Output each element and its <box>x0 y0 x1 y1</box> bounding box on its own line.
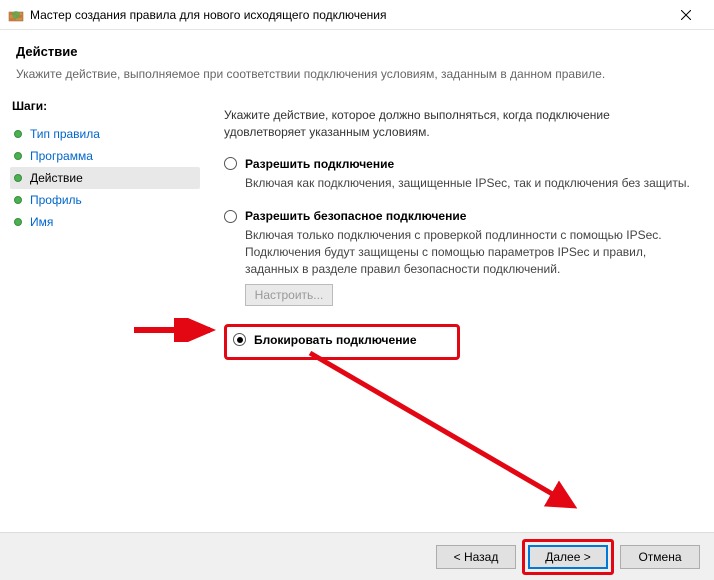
radio-block[interactable] <box>233 333 246 346</box>
option-block-label: Блокировать подключение <box>254 333 417 347</box>
option-block-head[interactable]: Блокировать подключение <box>233 333 417 347</box>
option-allow-secure: Разрешить безопасное подключение Включая… <box>224 209 690 305</box>
steps-title: Шаги: <box>10 99 200 113</box>
wizard-footer: < Назад Далее > Отмена <box>0 532 714 580</box>
step-label: Программа <box>30 149 93 163</box>
main-intro-text: Укажите действие, которое должно выполня… <box>224 107 690 141</box>
bullet-icon <box>14 130 22 138</box>
close-button[interactable] <box>666 2 706 28</box>
option-allow-secure-desc: Включая только подключения с проверкой п… <box>245 227 690 277</box>
step-name[interactable]: Имя <box>10 211 200 233</box>
option-allow-secure-head[interactable]: Разрешить безопасное подключение <box>224 209 690 223</box>
bullet-icon <box>14 152 22 160</box>
option-allow-secure-label: Разрешить безопасное подключение <box>245 209 466 223</box>
step-label: Тип правила <box>30 127 100 141</box>
step-rule-type[interactable]: Тип правила <box>10 123 200 145</box>
option-allow-desc: Включая как подключения, защищенные IPSe… <box>245 175 690 192</box>
cancel-button[interactable]: Отмена <box>620 545 700 569</box>
bullet-icon <box>14 218 22 226</box>
window-title: Мастер создания правила для нового исход… <box>30 8 666 22</box>
option-block: Блокировать подключение <box>233 333 417 347</box>
wizard-header: Действие Укажите действие, выполняемое п… <box>0 30 714 91</box>
back-button[interactable]: < Назад <box>436 545 516 569</box>
option-allow-head[interactable]: Разрешить подключение <box>224 157 690 171</box>
step-label: Действие <box>30 171 83 185</box>
annotation-highlight-block: Блокировать подключение <box>224 324 460 360</box>
window-titlebar: Мастер создания правила для нового исход… <box>0 0 714 30</box>
configure-button: Настроить... <box>245 284 333 306</box>
step-profile[interactable]: Профиль <box>10 189 200 211</box>
step-program[interactable]: Программа <box>10 145 200 167</box>
page-subtitle: Укажите действие, выполняемое при соотве… <box>16 67 698 81</box>
radio-allow[interactable] <box>224 157 237 170</box>
wizard-main: Укажите действие, которое должно выполня… <box>200 91 714 531</box>
step-label: Имя <box>30 215 53 229</box>
firewall-icon <box>8 7 24 23</box>
option-allow: Разрешить подключение Включая как подклю… <box>224 157 690 192</box>
radio-allow-secure[interactable] <box>224 210 237 223</box>
step-action[interactable]: Действие <box>10 167 200 189</box>
page-title: Действие <box>16 44 698 59</box>
wizard-sidebar: Шаги: Тип правила Программа Действие Про… <box>0 91 200 531</box>
option-allow-label: Разрешить подключение <box>245 157 394 171</box>
next-button[interactable]: Далее > <box>528 545 608 569</box>
bullet-icon <box>14 174 22 182</box>
close-icon <box>681 10 691 20</box>
step-label: Профиль <box>30 193 82 207</box>
annotation-highlight-next: Далее > <box>522 539 614 575</box>
bullet-icon <box>14 196 22 204</box>
